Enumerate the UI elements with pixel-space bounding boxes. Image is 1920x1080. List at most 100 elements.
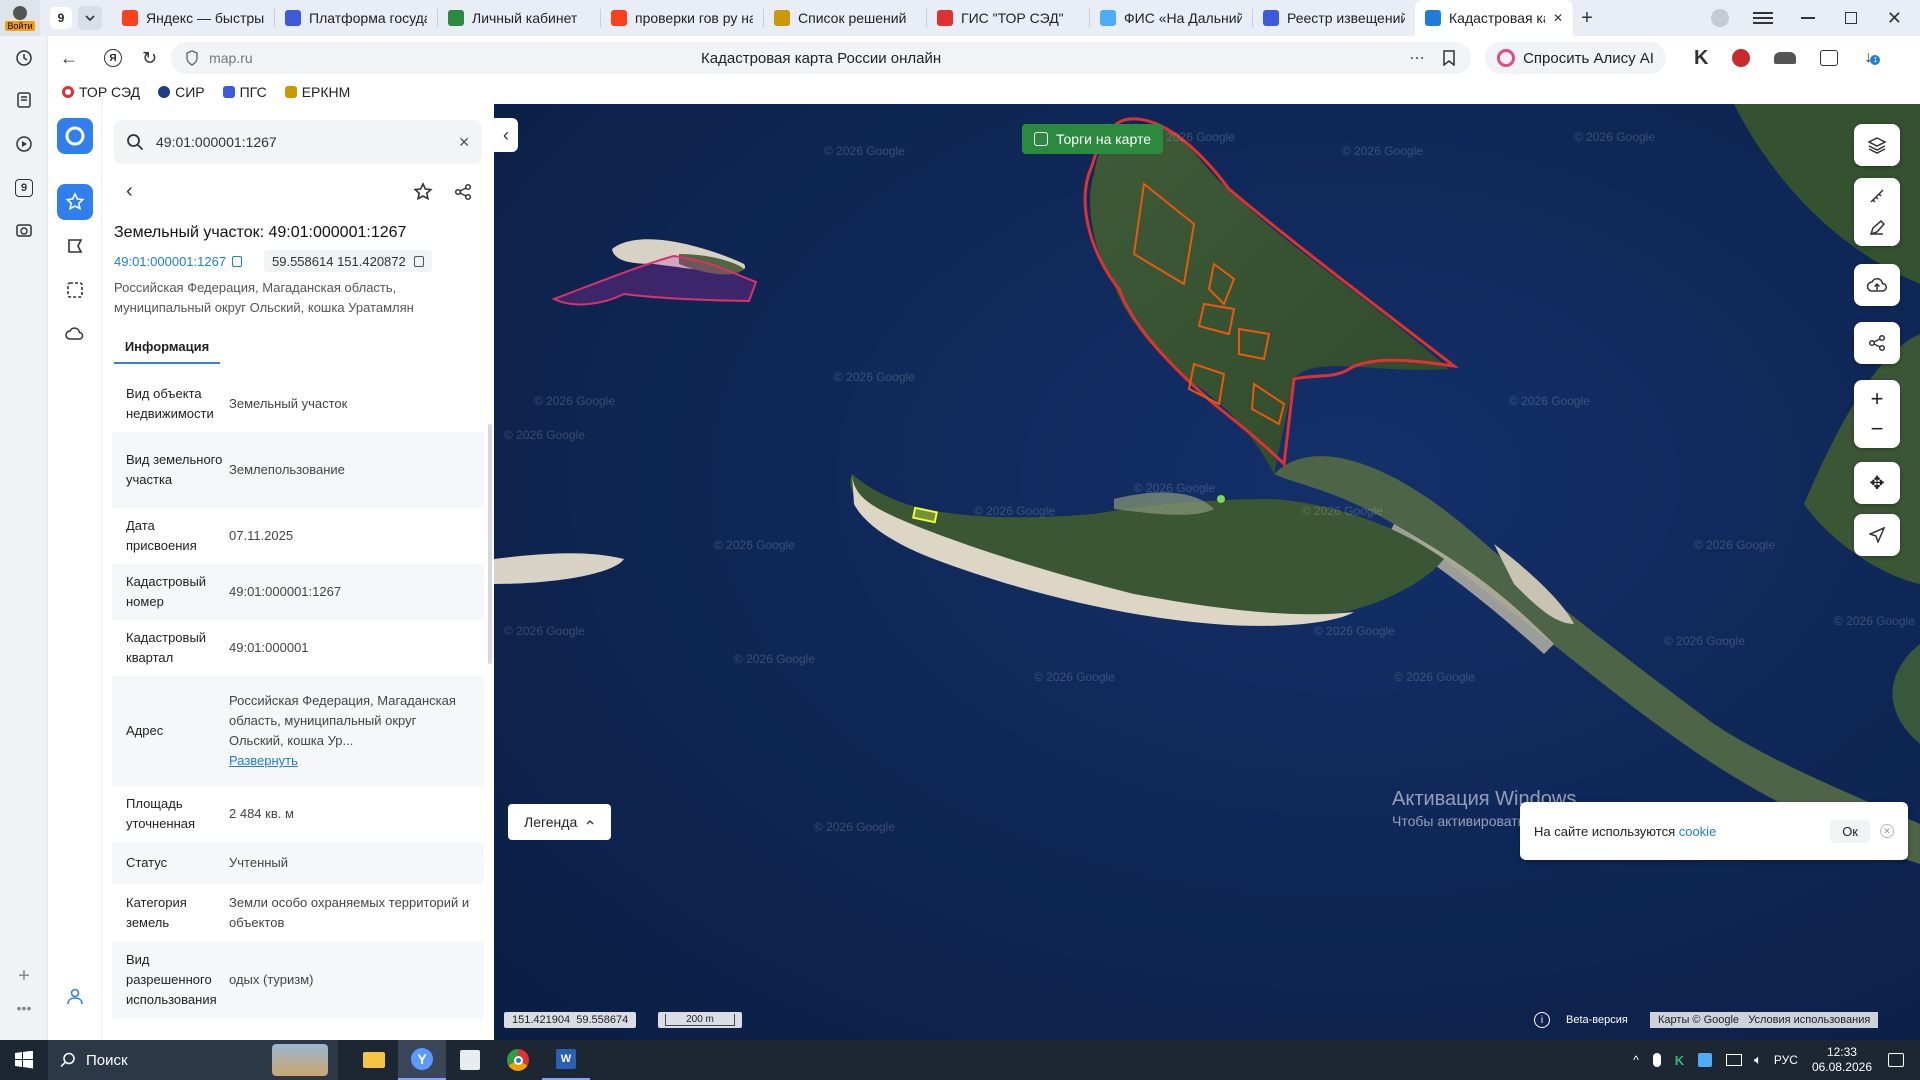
coords-chip[interactable]: 59.558614 151.420872	[264, 250, 432, 272]
panel-back-icon[interactable]: ‹	[126, 180, 133, 203]
microphone-icon[interactable]	[1652, 1053, 1661, 1067]
collections-icon[interactable]	[1820, 50, 1839, 66]
cadastral-link[interactable]: 49:01:000001:1267	[114, 254, 243, 269]
notes-icon[interactable]	[12, 88, 36, 112]
torgi-checkbox[interactable]	[1034, 132, 1048, 146]
extension-k-icon[interactable]: K	[1694, 47, 1708, 70]
extension-hat-icon[interactable]	[1774, 52, 1797, 64]
copy-icon[interactable]	[232, 256, 243, 267]
video-icon[interactable]	[12, 132, 36, 156]
extension-bug-icon[interactable]	[1732, 49, 1751, 67]
screenshot-icon[interactable]	[12, 218, 36, 242]
bookmark-pgs[interactable]: ПГС	[222, 84, 267, 100]
zoom-out-icon[interactable]: −	[1871, 418, 1884, 440]
edit-icon[interactable]	[1868, 219, 1886, 237]
close-window-icon[interactable]: ✕	[1887, 8, 1902, 29]
yandex-browser-taskbar-icon[interactable]: Y	[398, 1040, 446, 1080]
layers-button[interactable]	[1854, 124, 1900, 166]
info-icon[interactable]: i	[1534, 1012, 1550, 1028]
favorite-star-icon[interactable]	[413, 182, 433, 202]
torgi-toggle[interactable]: Торги на карте	[1022, 124, 1163, 154]
sidebar-more-icon[interactable]: •••	[12, 996, 36, 1020]
bookmark-erknm[interactable]: ЕРКНМ	[284, 84, 350, 100]
notifications-icon[interactable]	[1888, 1053, 1904, 1067]
start-button[interactable]	[0, 1040, 48, 1080]
cookie-link[interactable]: cookie	[1679, 824, 1717, 839]
chrome-icon[interactable]	[494, 1040, 542, 1080]
user-account-button[interactable]	[57, 978, 93, 1014]
profile-button[interactable]: Войти	[0, 0, 40, 36]
file-explorer-icon[interactable]	[350, 1040, 398, 1080]
downloads-icon[interactable]: ↓ 1	[1864, 49, 1881, 67]
tab-information[interactable]: Информация	[114, 330, 220, 364]
tray-chevron-icon[interactable]: ^	[1633, 1053, 1639, 1067]
panel-scrollbar[interactable]	[488, 424, 492, 664]
map-attribution[interactable]: Карты © Google Условия использования	[1650, 1012, 1879, 1028]
restore-icon[interactable]	[1844, 12, 1857, 24]
browser-tab[interactable]: Список решений	[764, 0, 926, 36]
map-share-button[interactable]	[1854, 322, 1900, 364]
bookmark-sir[interactable]: СИР	[158, 84, 205, 100]
browser-tab[interactable]: Реестр извещений	[1253, 0, 1415, 36]
kaspersky-icon[interactable]: K	[1675, 1053, 1684, 1068]
tab-strip: Яндекс — быстрый Платформа государ Личный …	[112, 0, 1573, 36]
word-icon[interactable]: W	[542, 1040, 590, 1080]
zoom-in-icon[interactable]: +	[1871, 388, 1884, 410]
emblem-icon	[774, 10, 790, 26]
expand-address-link[interactable]: Развернуть	[229, 751, 474, 771]
tray-app-icon[interactable]	[1698, 1053, 1713, 1067]
new-tab-button[interactable]: +	[1573, 4, 1601, 32]
browser-menu-icon[interactable]	[1752, 12, 1773, 24]
network-icon[interactable]	[1726, 1054, 1743, 1066]
map-watermark: © 2026 Google	[534, 394, 615, 408]
browser-tab[interactable]: ФИС «На Дальний В	[1090, 0, 1252, 36]
browser-tab[interactable]: ГИС "ТОР СЭД"	[927, 0, 1089, 36]
back-icon[interactable]: ←	[60, 48, 78, 69]
clear-search-icon[interactable]: ✕	[458, 134, 470, 151]
sir-icon	[158, 86, 171, 98]
legend-button[interactable]: Легенда	[508, 804, 612, 840]
cloud-button[interactable]	[57, 316, 93, 352]
pan-button[interactable]: ✥	[1854, 462, 1900, 504]
share-icon[interactable]	[454, 183, 472, 201]
more-icon[interactable]: ⋯	[1409, 48, 1425, 68]
search-input[interactable]: 49:01:000001:1267	[156, 134, 446, 150]
history-icon[interactable]	[12, 46, 36, 70]
address-field[interactable]: map.ru Кадастровая карта России онлайн ⋯	[171, 42, 1472, 74]
taskbar-search[interactable]: Поиск	[48, 1040, 338, 1080]
cadastral-search[interactable]: 49:01:000001:1267 ✕	[114, 120, 482, 164]
bookmark-icon[interactable]	[1443, 50, 1455, 66]
copy-icon[interactable]	[413, 255, 424, 267]
alice-button[interactable]: Спросить Алису AI	[1485, 42, 1666, 74]
minimize-icon[interactable]	[1800, 17, 1815, 19]
app-logo[interactable]	[57, 118, 93, 154]
satellite-map[interactable]: © 2026 Google © 2026 Google © 2026 Google ©…	[494, 104, 1920, 1040]
browser-tab[interactable]: Кадастровая кар ✕	[1415, 0, 1573, 36]
tab-list-dropdown[interactable]	[78, 6, 102, 30]
clock[interactable]: 12:33 06.08.2026	[1812, 1045, 1872, 1075]
favorites-button[interactable]	[57, 184, 93, 220]
panel-collapse-button[interactable]: ‹	[494, 118, 518, 152]
locate-button[interactable]	[1854, 514, 1900, 556]
cookie-ok-button[interactable]: Ок	[1830, 819, 1870, 843]
cookie-close-icon[interactable]: ✕	[1880, 824, 1894, 838]
yandex-home-icon[interactable]: Я	[104, 49, 122, 67]
browser-tab[interactable]: Платформа государ	[275, 0, 437, 36]
ruler-icon[interactable]	[1868, 187, 1886, 205]
counter-icon[interactable]: 9	[12, 176, 36, 200]
account-avatar[interactable]	[1710, 9, 1729, 27]
close-tab-icon[interactable]: ✕	[1553, 11, 1563, 25]
polygon-tool-button[interactable]	[57, 228, 93, 264]
add-panel-icon[interactable]: +	[12, 964, 36, 988]
bookmark-tor-sed[interactable]: ТОР СЭД	[62, 84, 140, 100]
upload-button[interactable]	[1854, 264, 1900, 306]
browser-tab[interactable]: Личный кабинет	[438, 0, 600, 36]
browser-tab[interactable]: проверки гов ру на	[601, 0, 763, 36]
select-area-button[interactable]	[57, 272, 93, 308]
volume-icon[interactable]: 🔈︎	[1754, 1052, 1762, 1068]
office-app-icon[interactable]	[446, 1040, 494, 1080]
browser-tab[interactable]: Яндекс — быстрый	[112, 0, 274, 36]
tab-counter-button[interactable]: 9	[50, 7, 72, 29]
reload-icon[interactable]: ↻	[142, 48, 157, 69]
language-indicator[interactable]: РУС	[1774, 1053, 1798, 1067]
